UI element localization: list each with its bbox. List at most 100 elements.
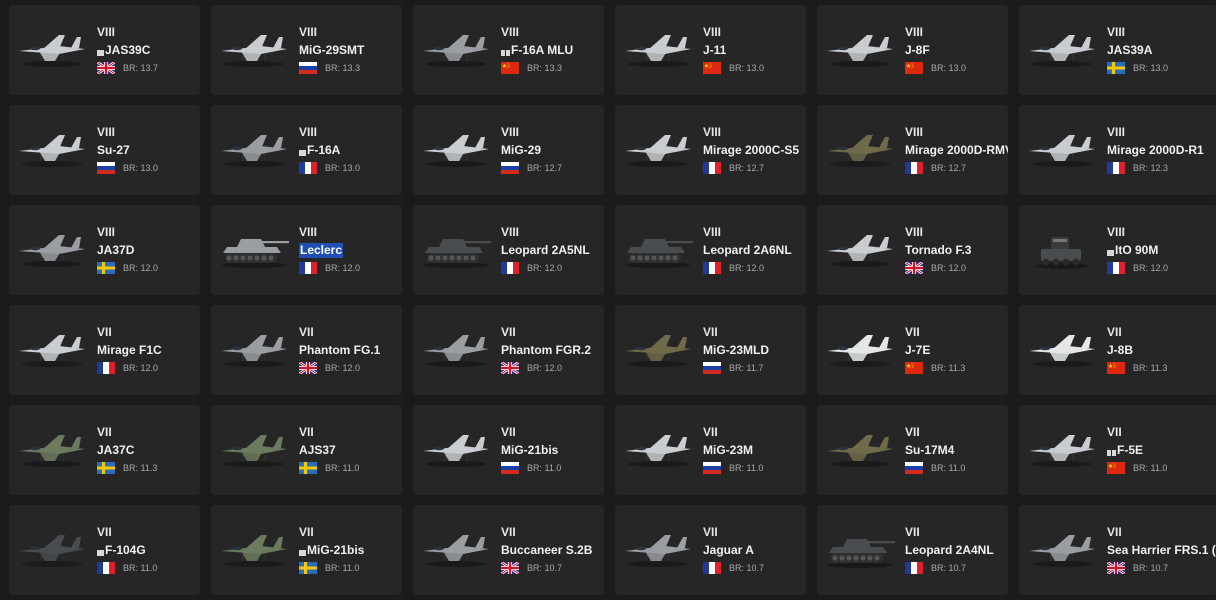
vehicle-name-row: F-104G xyxy=(97,543,200,558)
battle-rating: BR: 11.0 xyxy=(123,562,158,573)
vehicle-card[interactable]: VII Buccaneer S.2B BR: 10.7 xyxy=(413,505,604,595)
france-flag-icon xyxy=(905,561,923,574)
vehicle-card[interactable]: VIII Tornado F.3 BR: 12.0 xyxy=(817,205,1008,295)
vehicle-name: Tornado F.3 xyxy=(905,243,972,257)
vehicle-info: VII F-5E BR: 11.0 xyxy=(1107,425,1216,474)
vehicle-card[interactable]: VII Sea Harrier FRS.1 ( BR: 10.7 xyxy=(1019,505,1216,595)
vehicle-name: F-104G xyxy=(105,543,146,557)
vehicle-meta: BR: 10.7 xyxy=(905,561,1008,574)
vehicle-card[interactable]: VII MiG-21bis BR: 11.0 xyxy=(413,405,604,495)
vehicle-meta: BR: 12.0 xyxy=(299,361,402,374)
vehicle-info: VIII J-11 BR: 13.0 xyxy=(703,25,806,74)
vehicle-rank: VII xyxy=(299,425,314,439)
vehicle-rank: VIII xyxy=(905,125,924,139)
uk-flag-icon xyxy=(501,361,519,374)
vehicle-card[interactable]: VII J-7E BR: 11.3 xyxy=(817,305,1008,395)
russia-flag-icon xyxy=(501,461,519,474)
vehicle-card[interactable]: VIII MiG-29 BR: 12.7 xyxy=(413,105,604,195)
vehicle-meta: BR: 13.3 xyxy=(299,61,402,74)
vehicle-name-row: Sea Harrier FRS.1 ( xyxy=(1107,543,1216,558)
vehicle-meta: BR: 12.0 xyxy=(1107,261,1216,274)
battle-rating: BR: 13.3 xyxy=(527,62,563,73)
vehicle-card[interactable]: VII Mirage F1C BR: 12.0 xyxy=(9,305,200,395)
vehicle-card[interactable]: VIII ItO 90M BR: 12.0 xyxy=(1019,205,1216,295)
vehicle-name: F-16A xyxy=(307,143,341,157)
vehicle-rank: VIII xyxy=(299,225,318,239)
vehicle-card[interactable]: VIII Mirage 2000D-RMV BR: 12.7 xyxy=(817,105,1008,195)
vehicle-rank: VII xyxy=(1107,425,1122,439)
vehicle-meta: BR: 11.0 xyxy=(299,461,402,474)
france-flag-icon xyxy=(97,561,115,574)
vehicle-info: VII F-104G BR: 11.0 xyxy=(97,525,200,574)
vehicle-card[interactable]: VII Jaguar A BR: 10.7 xyxy=(615,505,806,595)
premium-marker-icon xyxy=(501,50,505,56)
vehicle-card[interactable]: VIII J-8F BR: 13.0 xyxy=(817,5,1008,95)
vehicle-name: Mirage F1C xyxy=(97,343,162,357)
vehicle-card[interactable]: VIII MiG-29SMT BR: 13.3 xyxy=(211,5,402,95)
vehicle-card[interactable]: VIII J-11 BR: 13.0 xyxy=(615,5,806,95)
vehicle-card[interactable]: VII MiG-23MLD BR: 11.7 xyxy=(615,305,806,395)
vehicle-name-row: F-16A MLU xyxy=(501,43,604,58)
vehicle-card[interactable]: VII Phantom FG.1 BR: 12.0 xyxy=(211,305,402,395)
vehicle-name-row: AJS37 xyxy=(299,443,402,458)
vehicle-name: F-5E xyxy=(1117,443,1144,457)
battle-rating: BR: 12.7 xyxy=(527,162,563,173)
vehicle-info: VIII F-16A MLU BR: 13.3 xyxy=(501,25,604,74)
vehicle-name-row: MiG-23MLD xyxy=(703,343,806,358)
uk-flag-icon xyxy=(1107,561,1125,574)
france-flag-icon xyxy=(703,561,721,574)
france-flag-icon xyxy=(703,161,721,174)
vehicle-rank: VIII xyxy=(299,125,318,139)
vehicle-card[interactable]: VIII F-16A BR: 13.0 xyxy=(211,105,402,195)
vehicle-card[interactable]: VII JA37C BR: 11.3 xyxy=(9,405,200,495)
battle-rating: BR: 10.7 xyxy=(1133,562,1169,573)
vehicle-card[interactable]: VII J-8B BR: 11.3 xyxy=(1019,305,1216,395)
vehicle-card[interactable]: VII MiG-23M BR: 11.0 xyxy=(615,405,806,495)
vehicle-card[interactable]: VIII Leopard 2A5NL BR: 12.0 xyxy=(413,205,604,295)
vehicle-name-row: JAS39C xyxy=(97,43,200,58)
vehicle-card[interactable]: VIII Leopard 2A6NL BR: 12.0 xyxy=(615,205,806,295)
vehicle-name-row: JA37C xyxy=(97,443,200,458)
vehicle-card[interactable]: VIII Mirage 2000D-R1 BR: 12.3 xyxy=(1019,105,1216,195)
vehicle-name: Sea Harrier FRS.1 ( xyxy=(1107,543,1216,557)
vehicle-meta: BR: 12.7 xyxy=(501,161,604,174)
vehicle-info: VIII JAS39C BR: 13.7 xyxy=(97,25,200,74)
vehicle-rank: VIII xyxy=(703,25,722,39)
battle-rating: BR: 11.0 xyxy=(1133,462,1168,473)
vehicle-card[interactable]: VII AJS37 BR: 11.0 xyxy=(211,405,402,495)
vehicle-card[interactable]: VIII JAS39A BR: 13.0 xyxy=(1019,5,1216,95)
sweden-flag-icon xyxy=(299,561,317,574)
vehicle-card[interactable]: VIII Mirage 2000C-S5 BR: 12.7 xyxy=(615,105,806,195)
vehicle-card[interactable]: VIII F-16A MLU BR: 13.3 xyxy=(413,5,604,95)
france-flag-icon xyxy=(501,261,519,274)
france-flag-icon xyxy=(1107,261,1125,274)
vehicle-card[interactable]: VIII Su-27 BR: 13.0 xyxy=(9,105,200,195)
vehicle-name-row: Mirage 2000C-S5 xyxy=(703,143,806,158)
vehicle-info: VII J-8B BR: 11.3 xyxy=(1107,325,1216,374)
vehicle-name: Su-27 xyxy=(97,143,130,157)
vehicle-rank: VII xyxy=(1107,525,1122,539)
vehicle-name-row: Phantom FG.1 xyxy=(299,343,402,358)
vehicle-card[interactable]: VII Su-17M4 BR: 11.0 xyxy=(817,405,1008,495)
vehicle-card[interactable]: VIII Leclerc BR: 12.0 xyxy=(211,205,402,295)
china-flag-icon xyxy=(1107,461,1125,474)
premium-marker-icon xyxy=(1107,450,1111,456)
vehicle-card[interactable]: VII Phantom FGR.2 BR: 12.0 xyxy=(413,305,604,395)
france-flag-icon xyxy=(703,261,721,274)
vehicle-card[interactable]: VIII JAS39C BR: 13.7 xyxy=(9,5,200,95)
vehicle-name: Su-17M4 xyxy=(905,443,955,457)
sweden-flag-icon xyxy=(299,461,317,474)
vehicle-meta: BR: 12.7 xyxy=(905,161,1008,174)
vehicle-meta: BR: 11.3 xyxy=(97,461,200,474)
vehicle-card[interactable]: VIII JA37D BR: 12.0 xyxy=(9,205,200,295)
vehicle-meta: BR: 11.3 xyxy=(905,361,1008,374)
vehicle-name: MiG-29SMT xyxy=(299,43,365,57)
vehicle-rank: VIII xyxy=(501,25,520,39)
vehicle-card[interactable]: VII F-5E BR: 11.0 xyxy=(1019,405,1216,495)
vehicle-info: VIII Mirage 2000C-S5 BR: 12.7 xyxy=(703,125,806,174)
vehicle-card[interactable]: VII MiG-21bis BR: 11.0 xyxy=(211,505,402,595)
battle-rating: BR: 12.0 xyxy=(1133,262,1169,273)
vehicle-rank: VII xyxy=(97,325,112,339)
vehicle-card[interactable]: VII Leopard 2A4NL BR: 10.7 xyxy=(817,505,1008,595)
vehicle-card[interactable]: VII F-104G BR: 11.0 xyxy=(9,505,200,595)
